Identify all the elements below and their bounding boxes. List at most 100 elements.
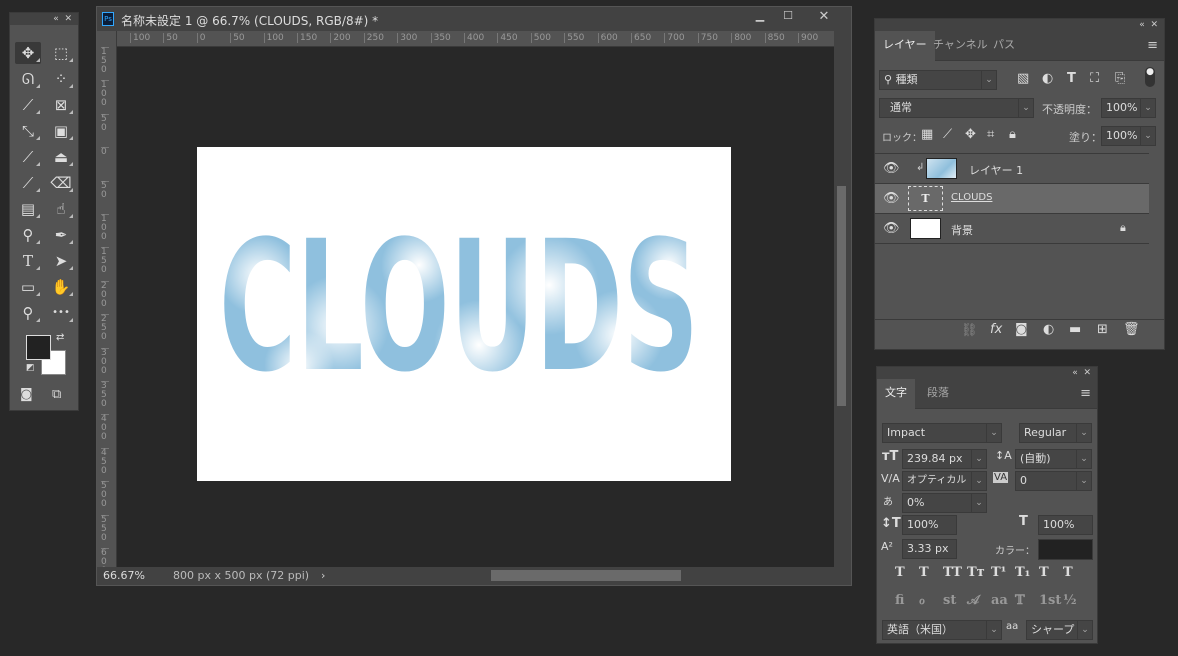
status-menu-arrow[interactable]: › — [321, 569, 325, 582]
zoom-tool[interactable]: ⚲ — [15, 302, 41, 324]
filter-shape-icon[interactable]: ⛶ — [1090, 71, 1099, 86]
opentype-button[interactable]: 𝒜 — [967, 593, 979, 608]
screen-mode-icon[interactable]: ⧉ — [52, 387, 61, 402]
dodge-tool[interactable]: ⚲ — [15, 224, 41, 246]
more-tools[interactable]: ••• — [48, 302, 74, 324]
fill-input[interactable]: 100% ⌄ — [1101, 126, 1156, 146]
opentype-button[interactable]: fi — [895, 593, 904, 608]
visibility-eye-icon[interactable]: 👁︎ — [883, 221, 900, 236]
close-icon[interactable]: ✕ — [1150, 20, 1158, 30]
quick-select-tool[interactable]: ⁘ — [48, 68, 74, 90]
style-button[interactable]: T₁ — [1015, 565, 1030, 580]
fx-icon[interactable]: fx — [990, 322, 1002, 337]
filter-toggle[interactable]: ● — [1145, 67, 1155, 87]
smudge-tool[interactable]: ☝ — [48, 198, 74, 220]
blend-mode-select[interactable]: 通常 ⌄ — [879, 98, 1034, 118]
filter-pixel-icon[interactable]: ▧ — [1017, 71, 1029, 86]
vertical-scrollbar[interactable] — [834, 47, 849, 567]
vertical-scale-input[interactable]: 100% — [902, 515, 957, 535]
swap-colors-icon[interactable]: ⇄ — [56, 332, 64, 343]
layer-name[interactable]: 背景 — [951, 222, 973, 238]
close-button[interactable]: ✕ — [809, 9, 839, 24]
document-info[interactable]: 800 px x 500 px (72 ppi) — [173, 569, 309, 582]
vertical-scroll-thumb[interactable] — [837, 186, 846, 406]
frame-tool[interactable]: ⊠ — [48, 94, 74, 116]
hand-tool[interactable]: ✋ — [48, 276, 74, 298]
filter-type-icon[interactable]: T — [1067, 71, 1076, 86]
stamp-tool[interactable]: ⏏ — [48, 146, 74, 168]
horizontal-scroll-thumb[interactable] — [491, 570, 681, 581]
delete-layer-icon[interactable]: 🗑︎ — [1123, 322, 1140, 337]
lock-artboard-icon[interactable]: ⌗ — [987, 127, 994, 142]
adjustment-layer-icon[interactable]: ◐ — [1043, 322, 1054, 337]
lock-all-icon[interactable]: 🔒︎ — [1009, 127, 1016, 142]
horizontal-scrollbar[interactable] — [333, 568, 833, 583]
add-mask-icon[interactable]: ◙ — [1015, 322, 1028, 337]
font-family-select[interactable]: Impact ⌄ — [882, 423, 1002, 443]
layer-row[interactable]: 👁︎ 背景 🔒︎ — [875, 214, 1149, 244]
panel-menu-icon[interactable]: ≡ — [1080, 386, 1091, 401]
tsume-select[interactable]: 0% ⌄ — [902, 493, 987, 513]
history-brush-tool[interactable]: ⟋ — [15, 172, 41, 194]
move-tool[interactable]: ✥ — [15, 42, 41, 64]
font-size-input[interactable]: 239.84 px ⌄ — [902, 449, 987, 469]
rectangle-tool[interactable]: ▭ — [15, 276, 41, 298]
patch-tool[interactable]: ▣ — [48, 120, 74, 142]
style-button[interactable]: T¹ — [991, 565, 1006, 580]
layer-filter-select[interactable]: ⚲ 種類 ⌄ — [879, 70, 997, 90]
layer-row-selected[interactable]: 👁︎ T CLOUDS — [875, 184, 1149, 214]
antialias-select[interactable]: シャープ ⌄ — [1026, 620, 1093, 640]
opentype-button[interactable]: 𝕋 — [1015, 593, 1025, 608]
eraser-tool[interactable]: ⌫ — [48, 172, 74, 194]
lock-image-icon[interactable]: ⟋ — [943, 127, 952, 142]
opentype-button[interactable]: 1st — [1039, 593, 1061, 608]
tab-paragraph[interactable]: 段落 — [919, 379, 957, 407]
panel-menu-icon[interactable]: ≡ — [1147, 38, 1158, 53]
minimize-button[interactable]: ▁ — [747, 9, 773, 22]
tab-character[interactable]: 文字 — [877, 379, 915, 409]
style-button[interactable]: T — [919, 565, 929, 580]
horizontal-scale-input[interactable]: 100% — [1038, 515, 1093, 535]
language-select[interactable]: 英語（米国） ⌄ — [882, 620, 1002, 640]
style-button[interactable]: Tт — [967, 565, 985, 580]
opentype-button[interactable]: st — [943, 593, 956, 608]
lock-position-icon[interactable]: ✥ — [965, 127, 976, 142]
collapse-icon[interactable]: « — [53, 14, 59, 24]
font-style-select[interactable]: Regular ⌄ — [1019, 423, 1092, 443]
opentype-button[interactable]: aa — [991, 593, 1008, 608]
layer-name[interactable]: CLOUDS — [951, 192, 992, 203]
new-group-icon[interactable]: ▬ — [1069, 322, 1081, 337]
slice-tool[interactable]: ⟋ — [15, 94, 41, 116]
style-button[interactable]: TT — [943, 565, 962, 580]
canvas-area[interactable]: CLOUDS — [117, 47, 834, 567]
maximize-button[interactable]: ☐ — [775, 9, 801, 22]
pen-tool[interactable]: ✒ — [48, 224, 74, 246]
tab-paths[interactable]: パス — [985, 31, 1023, 59]
text-color-swatch[interactable] — [1038, 539, 1093, 560]
style-button[interactable]: T — [1039, 565, 1049, 580]
opacity-input[interactable]: 100% ⌄ — [1101, 98, 1156, 118]
lasso-tool[interactable]: ᘏ — [15, 68, 41, 90]
document-canvas[interactable]: CLOUDS — [197, 147, 731, 481]
layer-name[interactable]: レイヤー 1 — [969, 162, 1023, 178]
collapse-icon[interactable]: « — [1072, 368, 1078, 378]
collapse-icon[interactable]: « — [1139, 20, 1145, 30]
quick-mask-icon[interactable]: ◙ — [20, 387, 33, 402]
layer-row[interactable]: 👁︎ ↲ レイヤー 1 — [875, 154, 1149, 184]
brush-tool[interactable]: ⟋ — [15, 146, 41, 168]
tracking-select[interactable]: 0 ⌄ — [1015, 471, 1092, 491]
baseline-shift-input[interactable]: 3.33 px — [902, 539, 957, 559]
default-colors-icon[interactable]: ◩ — [26, 363, 35, 373]
link-layers-icon[interactable]: ⛓︎ — [961, 323, 978, 338]
filter-adjustment-icon[interactable]: ◐ — [1042, 71, 1053, 86]
style-button[interactable]: T — [895, 565, 905, 580]
leading-input[interactable]: (自動) ⌄ — [1015, 449, 1092, 469]
lock-transparent-icon[interactable]: ▦ — [921, 127, 933, 142]
foreground-color-swatch[interactable] — [26, 335, 51, 360]
visibility-eye-icon[interactable]: 👁︎ — [883, 161, 900, 176]
type-tool[interactable]: T — [15, 250, 41, 272]
path-select-tool[interactable]: ➤ — [48, 250, 74, 272]
marquee-tool[interactable]: ⬚ — [48, 42, 74, 64]
new-layer-icon[interactable]: ⊞ — [1097, 322, 1108, 337]
close-icon[interactable]: ✕ — [64, 14, 72, 24]
